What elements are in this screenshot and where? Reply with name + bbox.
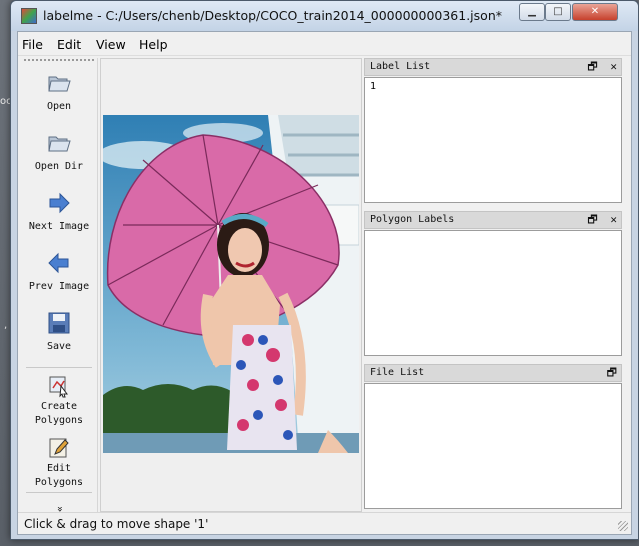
- labelme-window: labelme - C:/Users/chenb/Desktop/COCO_tr…: [10, 0, 639, 540]
- labelme-app-icon[interactable]: [21, 8, 37, 24]
- create-polygons-button[interactable]: Create Polygons: [20, 374, 98, 428]
- edit-polygons-label-line1: Edit: [46, 463, 72, 474]
- polygon-labels-title-bar[interactable]: Polygon Labels 🗗 ✕: [364, 211, 622, 229]
- toolbar-separator: [26, 367, 92, 368]
- polygon-labels-list[interactable]: [364, 230, 622, 356]
- prev-image-label: Prev Image: [28, 281, 90, 292]
- polygon-labels-dock: Polygon Labels 🗗 ✕: [364, 211, 622, 356]
- menu-view[interactable]: View: [96, 37, 126, 52]
- photo-image: [103, 115, 359, 453]
- status-bar: Click & drag to move shape '1': [18, 512, 631, 534]
- label-list-dock: Label List 🗗 ✕ 1: [364, 58, 622, 203]
- desktop-fragment-text-2: ,: [4, 320, 8, 331]
- label-list-item[interactable]: 1: [365, 78, 621, 95]
- menu-file[interactable]: File: [22, 37, 43, 52]
- close-dock-icon[interactable]: ✕: [610, 60, 617, 73]
- arrow-right-icon: [49, 192, 70, 214]
- file-list[interactable]: [364, 383, 622, 509]
- label-list-title: Label List: [370, 61, 431, 72]
- annotated-photo[interactable]: [103, 115, 359, 453]
- open-button[interactable]: Open: [20, 70, 98, 114]
- toolbar-separator: [26, 492, 92, 493]
- label-list[interactable]: 1: [364, 77, 622, 203]
- tools-toolbar: Open Open Dir Next Image Prev Image Save…: [20, 58, 98, 512]
- title-bar[interactable]: labelme - C:/Users/chenb/Desktop/COCO_tr…: [11, 1, 638, 31]
- toolbar-handle[interactable]: [24, 59, 94, 61]
- create-polygon-icon: [49, 376, 68, 398]
- next-image-label: Next Image: [28, 221, 90, 232]
- floppy-disk-icon: [48, 312, 70, 334]
- main-client-area: File Edit View Help Open Open Dir Next I…: [17, 31, 632, 535]
- image-canvas[interactable]: [100, 58, 362, 512]
- label-list-title-bar[interactable]: Label List 🗗 ✕: [364, 58, 622, 76]
- next-image-button[interactable]: Next Image: [20, 190, 98, 234]
- create-polygons-label-line2: Polygons: [34, 415, 84, 426]
- menu-edit[interactable]: Edit: [57, 37, 81, 52]
- prev-image-button[interactable]: Prev Image: [20, 250, 98, 294]
- file-list-dock: File List 🗗: [364, 364, 622, 509]
- float-dock-icon[interactable]: 🗗: [607, 366, 617, 379]
- create-polygons-label-line1: Create: [40, 401, 78, 412]
- window-title: labelme - C:/Users/chenb/Desktop/COCO_tr…: [43, 8, 502, 23]
- polygon-labels-title: Polygon Labels: [370, 214, 455, 225]
- file-list-title-bar[interactable]: File List 🗗: [364, 364, 622, 382]
- close-dock-icon[interactable]: ✕: [610, 213, 617, 226]
- folder-open-icon: [48, 76, 71, 92]
- menu-help[interactable]: Help: [139, 37, 168, 52]
- edit-polygons-button[interactable]: Edit Polygons: [20, 436, 98, 490]
- maximize-button[interactable]: □: [545, 3, 571, 21]
- open-label: Open: [46, 101, 72, 112]
- status-text: Click & drag to move shape '1': [24, 517, 209, 531]
- float-dock-icon[interactable]: 🗗: [587, 213, 597, 226]
- open-dir-button[interactable]: Open Dir: [20, 130, 98, 174]
- close-button[interactable]: ✕: [572, 3, 618, 21]
- folder-open-icon: [48, 136, 71, 152]
- file-list-title: File List: [370, 367, 425, 378]
- save-button[interactable]: Save: [20, 310, 98, 354]
- arrow-left-icon: [48, 252, 69, 274]
- save-label: Save: [46, 341, 72, 352]
- menu-bar: File Edit View Help: [18, 32, 631, 56]
- edit-pencil-icon: [49, 438, 69, 458]
- resize-grip-icon[interactable]: [618, 521, 628, 531]
- open-dir-label: Open Dir: [34, 161, 84, 172]
- float-dock-icon[interactable]: 🗗: [587, 60, 597, 73]
- minimize-button[interactable]: ▁: [519, 3, 545, 21]
- edit-polygons-label-line2: Polygons: [34, 477, 84, 488]
